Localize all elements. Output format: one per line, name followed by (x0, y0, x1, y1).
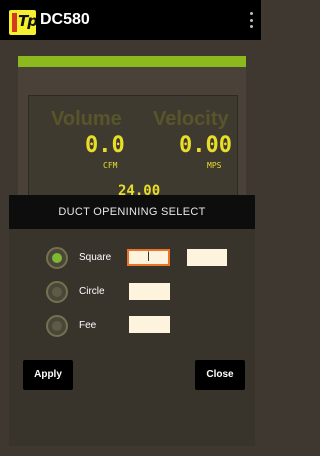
apply-button[interactable]: Apply (23, 360, 73, 390)
velocity-value: 0.00 (179, 133, 232, 158)
volume-value: 0.0 (85, 133, 125, 158)
close-button[interactable]: Close (195, 360, 245, 390)
option-label-fee: Fee (79, 320, 97, 331)
square-width-input[interactable]: | (127, 249, 170, 266)
status-bar-green (18, 56, 246, 67)
option-label-square: Square (79, 252, 112, 263)
velocity-label: Velocity (153, 108, 229, 130)
overflow-menu-icon[interactable] (249, 12, 253, 28)
dialog-header: DUCT OPENINING SELECT (9, 195, 255, 229)
logo-text: Tpi (18, 12, 36, 30)
dialog-title: DUCT OPENINING SELECT (58, 206, 206, 218)
app-title: DC580 (40, 11, 90, 28)
tpi-logo-icon: Tpi (9, 10, 36, 35)
radio-square[interactable] (46, 247, 68, 269)
radio-circle[interactable] (46, 281, 68, 303)
volume-label: Volume (51, 108, 122, 130)
duct-opening-dialog: DUCT OPENINING SELECT Square | Circle Fe… (9, 195, 255, 446)
velocity-unit: MPS (207, 161, 222, 170)
radio-fee[interactable] (46, 315, 68, 337)
app-bar: Tpi DC580 (0, 0, 261, 40)
circle-diameter-input[interactable] (129, 283, 170, 300)
fee-input[interactable] (129, 316, 170, 333)
option-label-circle: Circle (79, 286, 105, 297)
square-height-input[interactable] (187, 249, 227, 266)
volume-unit: CFM (103, 161, 118, 170)
